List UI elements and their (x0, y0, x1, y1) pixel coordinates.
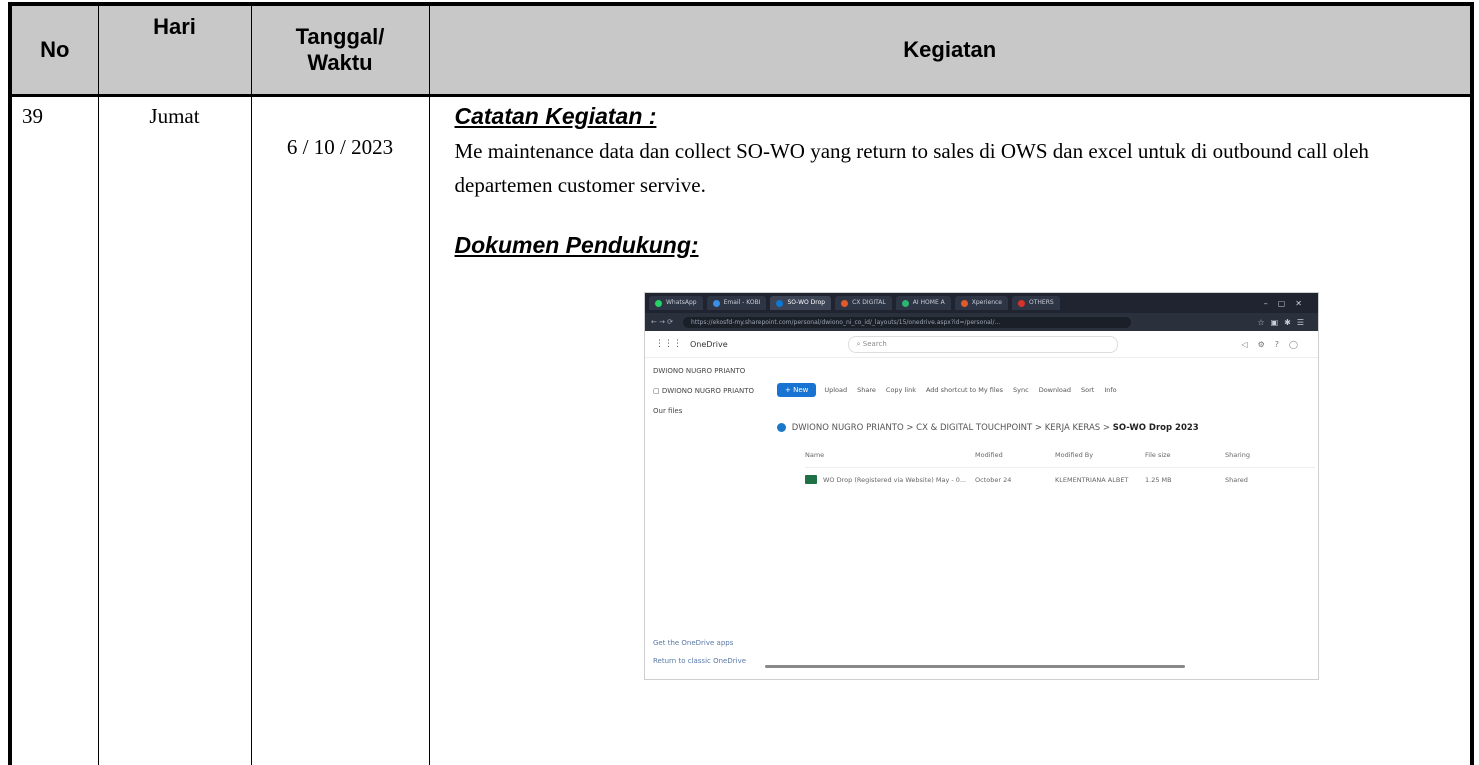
header-no: No (10, 4, 98, 96)
search-placeholder: Search (863, 340, 887, 348)
tab-label: Xperience (972, 296, 1002, 310)
tab-label: Email - KOBI (724, 296, 761, 310)
header-hari: Hari (98, 4, 251, 96)
tab-label: OTHERS (1029, 296, 1054, 310)
header-kegiatan: Kegiatan (429, 4, 1472, 96)
dokumen-heading: Dokumen Pendukung: (455, 232, 1471, 259)
nav-arrows-icon[interactable]: ← → ⟳ (651, 318, 673, 326)
document-page: No Hari Tanggal/ Waktu Kegiatan 39 Jumat… (0, 0, 1479, 713)
row-tanggal: 6 / 10 / 2023 (251, 96, 429, 765)
tab-label: WhatsApp (666, 296, 697, 310)
share-button[interactable]: Share (857, 386, 876, 394)
browser-tab[interactable]: Email - KOBI (707, 296, 767, 310)
new-button[interactable]: + New (777, 383, 816, 397)
upload-button[interactable]: Upload (824, 386, 847, 394)
tab-label: AI HOME A (913, 296, 945, 310)
row-hari: Jumat (98, 96, 251, 765)
command-bar: + New Upload Share Copy link Add shortcu… (777, 383, 1127, 397)
breadcrumb: DWIONO NUGRO PRIANTO > CX & DIGITAL TOUC… (777, 423, 1199, 433)
browser-tab-bar: WhatsApp Email - KOBI SO-WO Drop CX DIGI… (645, 293, 1318, 313)
whatsapp-icon (655, 300, 662, 307)
return-classic-link[interactable]: Return to classic OneDrive (653, 657, 746, 665)
browser-tab-active[interactable]: SO-WO Drop (770, 296, 831, 310)
breadcrumb-path[interactable]: DWIONO NUGRO PRIANTO > CX & DIGITAL TOUC… (792, 423, 1110, 433)
supporting-screenshot: WhatsApp Email - KOBI SO-WO Drop CX DIGI… (644, 292, 1319, 680)
browser-tab[interactable]: AI HOME A (896, 296, 951, 310)
browser-tab[interactable]: CX DIGITAL (835, 296, 892, 310)
horizontal-scrollbar[interactable] (765, 665, 1185, 668)
app-icon (1018, 300, 1025, 307)
nav-our-files[interactable]: Our files (653, 407, 773, 415)
file-name[interactable]: WO Drop (Registered via Website) May - 0… (823, 476, 975, 484)
header-icons[interactable]: ◁⚙?◯ (1241, 340, 1318, 349)
download-button[interactable]: Download (1039, 386, 1071, 394)
left-nav: DWIONO NUGRO PRIANTO ▢ DWIONO NUGRO PRIA… (653, 367, 773, 427)
sort-button[interactable]: Sort (1081, 386, 1094, 394)
search-input[interactable]: ⌕ Search (848, 336, 1118, 353)
header-tanggal-text: Tanggal/ Waktu (296, 24, 385, 75)
catatan-text: Me maintenance data dan collect SO-WO ya… (455, 134, 1395, 202)
browser-tab[interactable]: WhatsApp (649, 296, 703, 310)
app-icon (841, 300, 848, 307)
catatan-heading: Catatan Kegiatan : (455, 103, 1471, 130)
mail-icon (713, 300, 720, 307)
add-shortcut-button[interactable]: Add shortcut to My files (926, 386, 1003, 394)
col-name[interactable]: Name (805, 451, 975, 459)
col-modified[interactable]: Modified (975, 451, 1055, 459)
file-sharing: Shared (1225, 476, 1305, 484)
col-file-size[interactable]: File size (1145, 451, 1225, 459)
col-modified-by[interactable]: Modified By (1055, 451, 1145, 459)
file-modified: October 24 (975, 476, 1055, 484)
nav-item-folder[interactable]: ▢ DWIONO NUGRO PRIANTO (653, 387, 773, 395)
app-launcher-icon[interactable]: ⋮⋮⋮ (655, 339, 682, 349)
onedrive-icon (776, 300, 783, 307)
sync-button[interactable]: Sync (1013, 386, 1029, 394)
browser-tab[interactable]: Xperience (955, 296, 1008, 310)
table-header-row: No Hari Tanggal/ Waktu Kegiatan (10, 4, 1472, 96)
table-row[interactable]: WO Drop (Registered via Website) May - 0… (805, 475, 1315, 484)
get-app-link[interactable]: Get the OneDrive apps (653, 639, 733, 647)
nav-user[interactable]: DWIONO NUGRO PRIANTO (653, 367, 773, 375)
tab-label: CX DIGITAL (852, 296, 886, 310)
info-button[interactable]: Info (1104, 386, 1116, 394)
copy-link-button[interactable]: Copy link (886, 386, 916, 394)
extension-icons[interactable]: ☆▣✱☰ (1257, 318, 1318, 327)
app-icon (902, 300, 909, 307)
app-name[interactable]: OneDrive (690, 340, 728, 349)
onedrive-circle-icon (777, 423, 786, 432)
file-size: 1.25 MB (1145, 476, 1225, 484)
tab-label: SO-WO Drop (787, 296, 825, 310)
col-sharing[interactable]: Sharing (1225, 451, 1305, 459)
breadcrumb-current: SO-WO Drop 2023 (1113, 423, 1199, 433)
excel-icon (805, 475, 817, 484)
browser-tab[interactable]: OTHERS (1012, 296, 1060, 310)
nav-item-label: DWIONO NUGRO PRIANTO (662, 387, 754, 395)
browser-address-bar: ← → ⟳ https://ekosfd-my.sharepoint.com/p… (645, 313, 1318, 331)
url-field[interactable]: https://ekosfd-my.sharepoint.com/persona… (683, 317, 1131, 328)
file-list-header: Name Modified Modified By File size Shar… (805, 451, 1315, 459)
row-no: 39 (10, 96, 98, 765)
header-divider (805, 467, 1315, 468)
onedrive-header: ⋮⋮⋮ OneDrive ⌕ Search ◁⚙?◯ (645, 331, 1318, 358)
window-controls[interactable]: –▢✕ (1264, 299, 1318, 308)
file-modified-by: KLEMENTRIANA ALBET (1055, 476, 1145, 484)
app-icon (961, 300, 968, 307)
header-tanggal: Tanggal/ Waktu (251, 4, 429, 96)
